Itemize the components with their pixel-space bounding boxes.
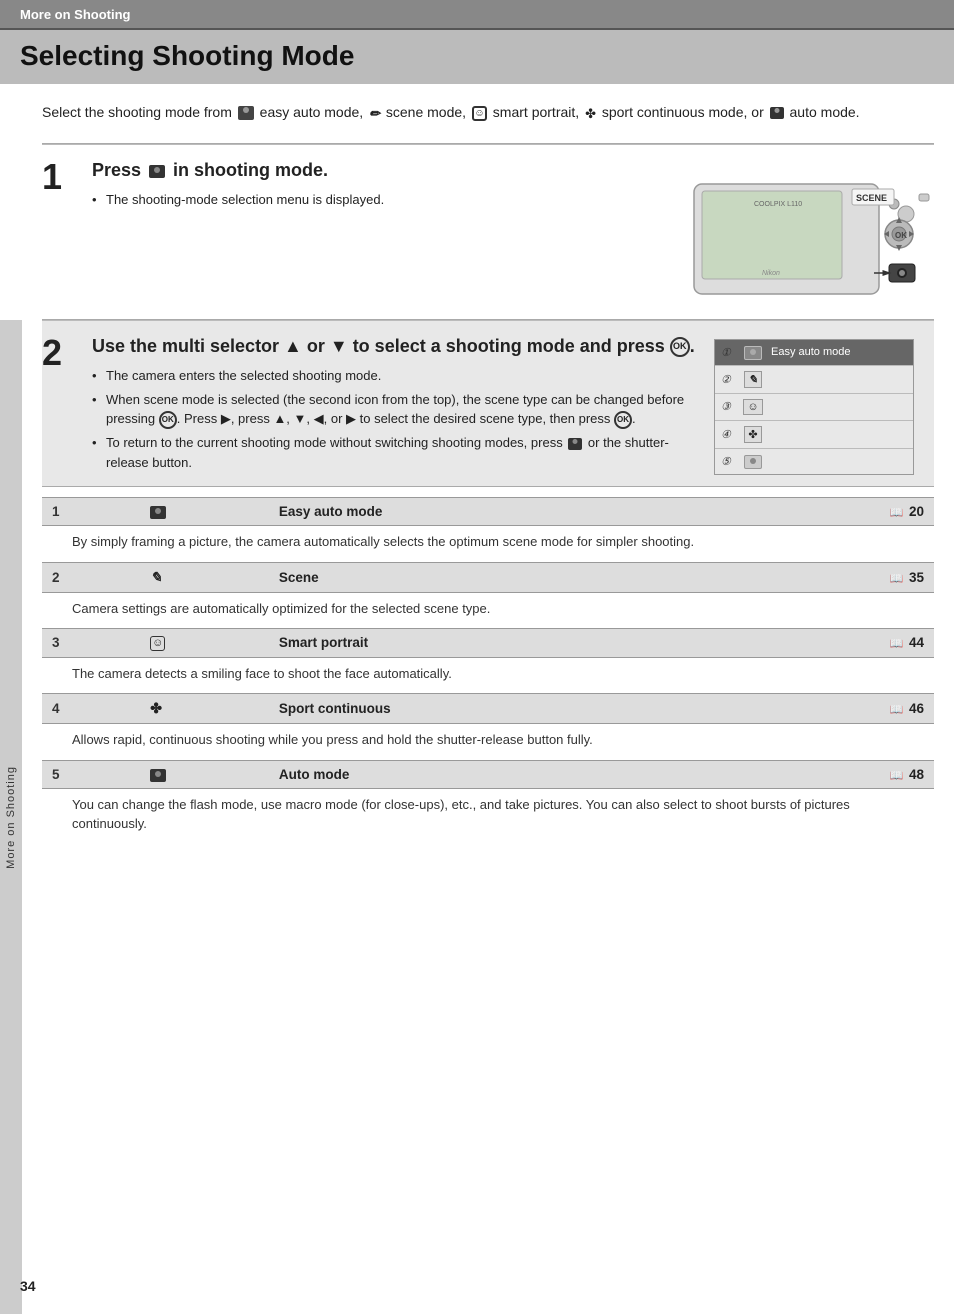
step-2-bullet-1: The camera enters the selected shooting … bbox=[92, 366, 698, 386]
mode-row-3: ③ ☺ bbox=[715, 394, 913, 421]
step-2-body: Use the multi selector ▲ or ▼ to select … bbox=[92, 335, 698, 476]
ref-label-5: Auto mode bbox=[269, 760, 739, 788]
ok-icon: OK bbox=[670, 337, 690, 357]
mode-num-5: ⑤ bbox=[721, 455, 739, 468]
svg-text:Nikon: Nikon bbox=[762, 270, 780, 277]
step-2-heading: Use the multi selector ▲ or ▼ to select … bbox=[92, 335, 698, 358]
ref-label-2: Scene bbox=[269, 562, 739, 592]
ref-row-1-desc: By simply framing a picture, the camera … bbox=[42, 526, 934, 563]
ref-num-4: 4 bbox=[42, 694, 140, 724]
smart-portrait-icon: ☺ bbox=[472, 106, 487, 121]
ref-num-2: 2 bbox=[42, 562, 140, 592]
ref-desc-1: By simply framing a picture, the camera … bbox=[42, 526, 934, 563]
ref-icon-3: ☺ bbox=[140, 629, 269, 658]
mode-row-4: ④ ✤ bbox=[715, 421, 913, 449]
breadcrumb: More on Shooting bbox=[20, 7, 130, 22]
ref-desc-3: The camera detects a smiling face to sho… bbox=[42, 657, 934, 694]
ref-row-4-desc: Allows rapid, continuous shooting while … bbox=[42, 724, 934, 761]
step-1-body: Press in shooting mode. The shooting-mod… bbox=[92, 159, 638, 309]
ref-icon-2: ✎ bbox=[140, 562, 269, 592]
svg-text:COOLPIX L110: COOLPIX L110 bbox=[754, 201, 802, 208]
mode-icon-2: ✎ bbox=[739, 371, 767, 388]
step-2-number: 2 bbox=[42, 335, 92, 476]
scene-icon: ✏ bbox=[369, 106, 380, 121]
svg-text:OK: OK bbox=[895, 231, 907, 240]
ref-page-3: 📖 44 bbox=[739, 629, 934, 658]
ref-desc-2: Camera settings are automatically optimi… bbox=[42, 592, 934, 629]
mode-label-1: Easy auto mode bbox=[767, 346, 907, 358]
ref-row-5-desc: You can change the flash mode, use macro… bbox=[42, 788, 934, 844]
ref-row-2-desc: Camera settings are automatically optimi… bbox=[42, 592, 934, 629]
step-1-bullet-1: The shooting-mode selection menu is disp… bbox=[92, 190, 638, 210]
intro-paragraph: Select the shooting mode from easy auto … bbox=[42, 102, 934, 123]
top-bar: More on Shooting bbox=[0, 0, 954, 30]
camera-svg: COOLPIX L110 Nikon OK SCENE bbox=[684, 159, 934, 309]
ref-num-3: 3 bbox=[42, 629, 140, 658]
ref-label-3: Smart portrait bbox=[269, 629, 739, 658]
mode-row-2: ② ✎ bbox=[715, 366, 913, 394]
sidebar-label: More on Shooting bbox=[5, 766, 17, 869]
step-2-bullet-2: When scene mode is selected (the second … bbox=[92, 390, 698, 429]
ref-desc-4: Allows rapid, continuous shooting while … bbox=[42, 724, 934, 761]
step-1-heading: Press in shooting mode. bbox=[92, 159, 638, 182]
ref-row-3-desc: The camera detects a smiling face to sho… bbox=[42, 657, 934, 694]
mode-num-1: ① bbox=[721, 346, 739, 359]
step-1-section: 1 Press in shooting mode. The shooting-m… bbox=[42, 144, 934, 319]
auto-icon bbox=[770, 107, 784, 119]
mode-icon-5 bbox=[739, 454, 767, 469]
sidebar: More on Shooting bbox=[0, 320, 22, 1314]
step-2-bullet-3: To return to the current shooting mode w… bbox=[92, 433, 698, 472]
ref-row-3-header: 3 ☺ Smart portrait 📖 44 bbox=[42, 629, 934, 658]
ref-icon-5 bbox=[140, 760, 269, 788]
step-1-camera-diagram: COOLPIX L110 Nikon OK SCENE bbox=[654, 159, 934, 309]
title-section: Selecting Shooting Mode bbox=[0, 30, 954, 84]
ref-desc-5: You can change the flash mode, use macro… bbox=[42, 788, 934, 844]
mode-num-2: ② bbox=[721, 373, 739, 386]
ref-page-1: 📖 20 bbox=[739, 498, 934, 526]
mode-num-4: ④ bbox=[721, 428, 739, 441]
step-2-bullets: The camera enters the selected shooting … bbox=[92, 366, 698, 472]
mode-row-5: ⑤ bbox=[715, 449, 913, 474]
page-number: 34 bbox=[20, 1278, 36, 1294]
ref-row-2-header: 2 ✎ Scene 📖 35 bbox=[42, 562, 934, 592]
step-1-bullets: The shooting-mode selection menu is disp… bbox=[92, 190, 638, 210]
ref-num-5: 5 bbox=[42, 760, 140, 788]
ref-num-1: 1 bbox=[42, 498, 140, 526]
ref-page-2: 📖 35 bbox=[739, 562, 934, 592]
mode-icon-4: ✤ bbox=[739, 426, 767, 443]
sport-icon: ✤ bbox=[585, 106, 596, 121]
ref-label-1: Easy auto mode bbox=[269, 498, 739, 526]
page-title: Selecting Shooting Mode bbox=[20, 40, 934, 72]
reference-table: 1 Easy auto mode 📖 20 By simply framing … bbox=[42, 497, 934, 844]
ref-row-1-header: 1 Easy auto mode 📖 20 bbox=[42, 498, 934, 526]
svg-text:SCENE: SCENE bbox=[856, 193, 887, 203]
mode-icon-3: ☺ bbox=[739, 399, 767, 415]
easy-auto-icon bbox=[238, 106, 254, 120]
mode-num-3: ③ bbox=[721, 400, 739, 413]
mode-row-1: ① Easy auto mode bbox=[715, 340, 913, 366]
ref-label-4: Sport continuous bbox=[269, 694, 739, 724]
step-2-mode-selector: ① Easy auto mode ② ✎ bbox=[714, 335, 934, 476]
mode-selector-diagram: ① Easy auto mode ② ✎ bbox=[714, 339, 914, 475]
ref-row-5-header: 5 Auto mode 📖 48 bbox=[42, 760, 934, 788]
ref-page-4: 📖 46 bbox=[739, 694, 934, 724]
ref-row-4-header: 4 ✤ Sport continuous 📖 46 bbox=[42, 694, 934, 724]
step-2-section: 2 Use the multi selector ▲ or ▼ to selec… bbox=[42, 320, 934, 486]
camera-icon-inline2 bbox=[568, 438, 582, 450]
ref-icon-1 bbox=[140, 498, 269, 526]
camera-icon-inline bbox=[149, 165, 165, 178]
ref-page-5: 📖 48 bbox=[739, 760, 934, 788]
step-1-number: 1 bbox=[42, 159, 92, 309]
mode-icon-1 bbox=[739, 345, 767, 360]
ref-icon-4: ✤ bbox=[140, 694, 269, 724]
